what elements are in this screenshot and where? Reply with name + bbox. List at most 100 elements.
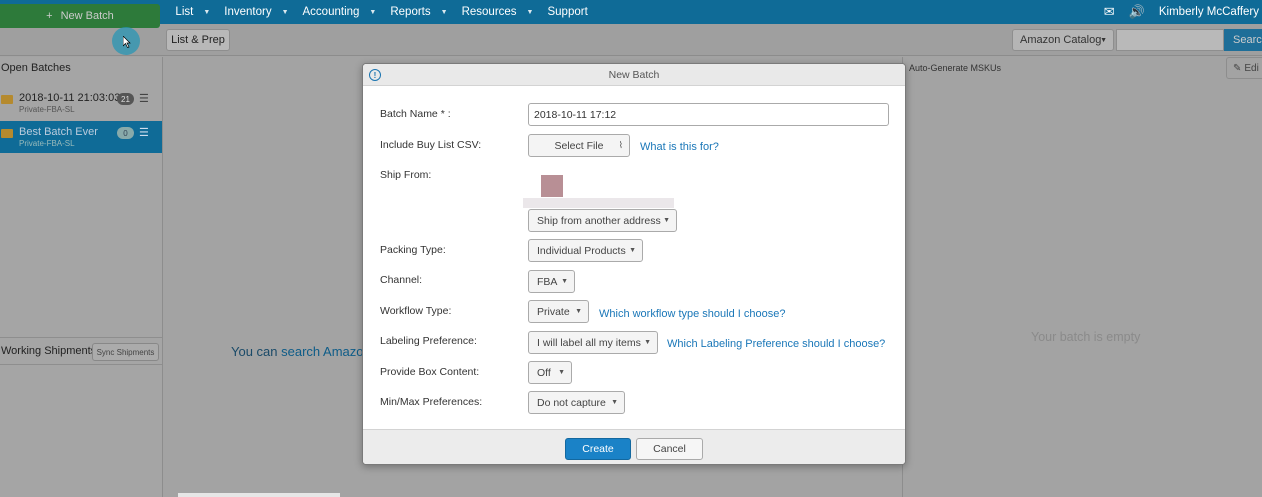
ship-from-label: Ship From: (380, 169, 432, 181)
workflow-type-select[interactable]: Private ▼ (528, 300, 589, 323)
chevron-down-icon: ▼ (1100, 36, 1107, 44)
nav-resources[interactable]: Resources ▼ (455, 0, 541, 24)
nav-label: Support (547, 6, 588, 18)
edit-button[interactable]: ✎ Edi (1226, 57, 1262, 79)
labeling-help-link[interactable]: Which Labeling Preference should I choos… (667, 338, 885, 350)
select-file-label: Select File (554, 139, 604, 152)
chevron-down-icon: ▼ (526, 8, 534, 16)
select-file-button[interactable]: Select File ⌇ (528, 134, 630, 157)
chevron-down-icon: ▼ (663, 217, 670, 224)
batch-name-label: Batch Name * : (380, 108, 451, 120)
box-content-label: Provide Box Content: (380, 366, 480, 378)
workflow-type-value: Private (537, 305, 570, 318)
labeling-pref-select[interactable]: I will label all my items ▼ (528, 331, 658, 354)
ship-from-select[interactable]: Ship from another address ▼ (528, 209, 677, 232)
center-message-text: You can (231, 344, 278, 359)
batch-count-badge: 21 (117, 93, 134, 105)
nav-accounting[interactable]: Accounting ▼ (296, 0, 384, 24)
auto-generate-mskus-label[interactable]: Auto-Generate MSKUs (909, 63, 1001, 73)
labeling-pref-value: I will label all my items (537, 336, 641, 349)
minmax-label: Min/Max Preferences: (380, 396, 483, 408)
chevron-down-icon: ▼ (611, 399, 618, 406)
batch-panel (902, 57, 1262, 497)
chevron-down-icon: ▼ (440, 8, 448, 16)
empty-batch-message: Your batch is empty (1031, 330, 1141, 344)
channel-value: FBA (537, 275, 558, 288)
nav-list[interactable]: List ▼ (168, 0, 217, 24)
search-amazon-link[interactable]: search Amazo (281, 344, 363, 359)
chevron-down-icon: ▼ (575, 308, 582, 315)
nav-label: Reports (390, 6, 431, 18)
create-button[interactable]: Create (565, 438, 631, 460)
folder-icon (1, 129, 13, 138)
what-is-this-link[interactable]: What is this for? (640, 141, 719, 153)
pencil-icon: ✎ (1233, 62, 1242, 74)
workflow-type-label: Workflow Type: (380, 305, 452, 317)
working-shipments-label: Working Shipments (1, 345, 97, 357)
open-batches-heading: Open Batches (1, 62, 71, 74)
chevron-down-icon: ▼ (281, 8, 289, 16)
chevron-down-icon: ▼ (369, 8, 377, 16)
nav-reports[interactable]: Reports ▼ (383, 0, 454, 24)
user-menu[interactable]: Kimberly McCaffery (1159, 6, 1259, 18)
packing-type-select[interactable]: Individual Products ▼ (528, 239, 643, 262)
sync-shipments-button[interactable]: Sync Shipments (92, 343, 159, 361)
sidebar: Open Batches 2018-10-11 21:03:03 Private… (0, 57, 163, 497)
address-avatar (541, 175, 563, 197)
modal-footer: Create Cancel (363, 429, 905, 464)
packing-type-value: Individual Products (537, 244, 626, 257)
box-content-value: Off (537, 366, 551, 379)
chevron-down-icon: ▼ (644, 339, 651, 346)
channel-label: Channel: (380, 274, 423, 286)
catalog-select[interactable]: Amazon Catalog ▼ (1012, 29, 1114, 51)
nav-label: List (175, 6, 194, 18)
new-batch-label: New Batch (60, 10, 114, 22)
info-icon: ! (369, 69, 381, 81)
box-content-select[interactable]: Off ▼ (528, 361, 572, 384)
nav-label: Resources (461, 6, 517, 18)
address-redacted (523, 198, 674, 208)
cancel-button[interactable]: Cancel (636, 438, 703, 460)
buy-list-label: Include Buy List CSV: (380, 139, 482, 151)
hamburger-menu-icon[interactable]: ☰ (139, 92, 149, 105)
ship-from-select-value: Ship from another address (537, 214, 661, 227)
nav-support[interactable]: Support (540, 0, 594, 24)
batch-name: 2018-10-11 21:03:03 (19, 92, 121, 104)
channel-select[interactable]: FBA ▼ (528, 270, 575, 293)
modal-title: New Batch (608, 68, 660, 81)
minmax-select[interactable]: Do not capture ▼ (528, 391, 625, 414)
list-prep-button[interactable]: List & Prep (166, 29, 230, 51)
paperclip-icon: ⌇ (618, 140, 623, 150)
new-batch-button[interactable]: + New Batch (0, 4, 160, 28)
working-shipments-bar: Working Shipments Sync Shipments (0, 337, 162, 365)
batch-name-input[interactable]: 2018-10-11 17:12 (528, 103, 889, 126)
labeling-pref-label: Labeling Preference: (380, 335, 477, 347)
workflow-help-link[interactable]: Which workflow type should I choose? (599, 308, 785, 320)
folder-icon (1, 95, 13, 104)
chevron-down-icon: ▼ (558, 369, 565, 376)
nav-label: Accounting (302, 6, 360, 18)
batch-sub: Private-FBA-SL (19, 139, 75, 148)
packing-type-label: Packing Type: (380, 244, 446, 256)
edit-label: Edi (1244, 62, 1259, 74)
nav-label: Inventory (224, 6, 272, 18)
batch-item-selected[interactable]: Best Batch Ever Private-FBA-SL 0 ☰ (0, 121, 162, 153)
batch-name: Best Batch Ever (19, 126, 98, 138)
bottom-strip (178, 493, 340, 497)
chevron-down-icon: ▼ (203, 8, 211, 16)
center-message: You can search Amazo (231, 344, 364, 359)
hamburger-menu-icon[interactable]: ☰ (139, 126, 149, 139)
chevron-down-icon: ▼ (629, 247, 636, 254)
top-nav: DashboardResearch▼List▼Inventory▼Account… (0, 0, 1262, 24)
batch-item[interactable]: 2018-10-11 21:03:03 Private-FBA-SL 21 ☰ (0, 87, 162, 119)
search-input[interactable] (1116, 29, 1224, 51)
batch-sub: Private-FBA-SL (19, 105, 75, 114)
plus-icon: + (46, 10, 53, 22)
modal-header: ! New Batch (363, 64, 905, 86)
nav-inventory[interactable]: Inventory ▼ (217, 0, 295, 24)
chevron-down-icon: ▼ (561, 278, 568, 285)
mail-icon[interactable]: ✉ (1104, 4, 1115, 20)
speaker-icon[interactable]: 🔊 (1129, 4, 1145, 20)
search-button[interactable]: Search (1224, 29, 1262, 51)
catalog-select-value: Amazon Catalog (1020, 34, 1102, 46)
